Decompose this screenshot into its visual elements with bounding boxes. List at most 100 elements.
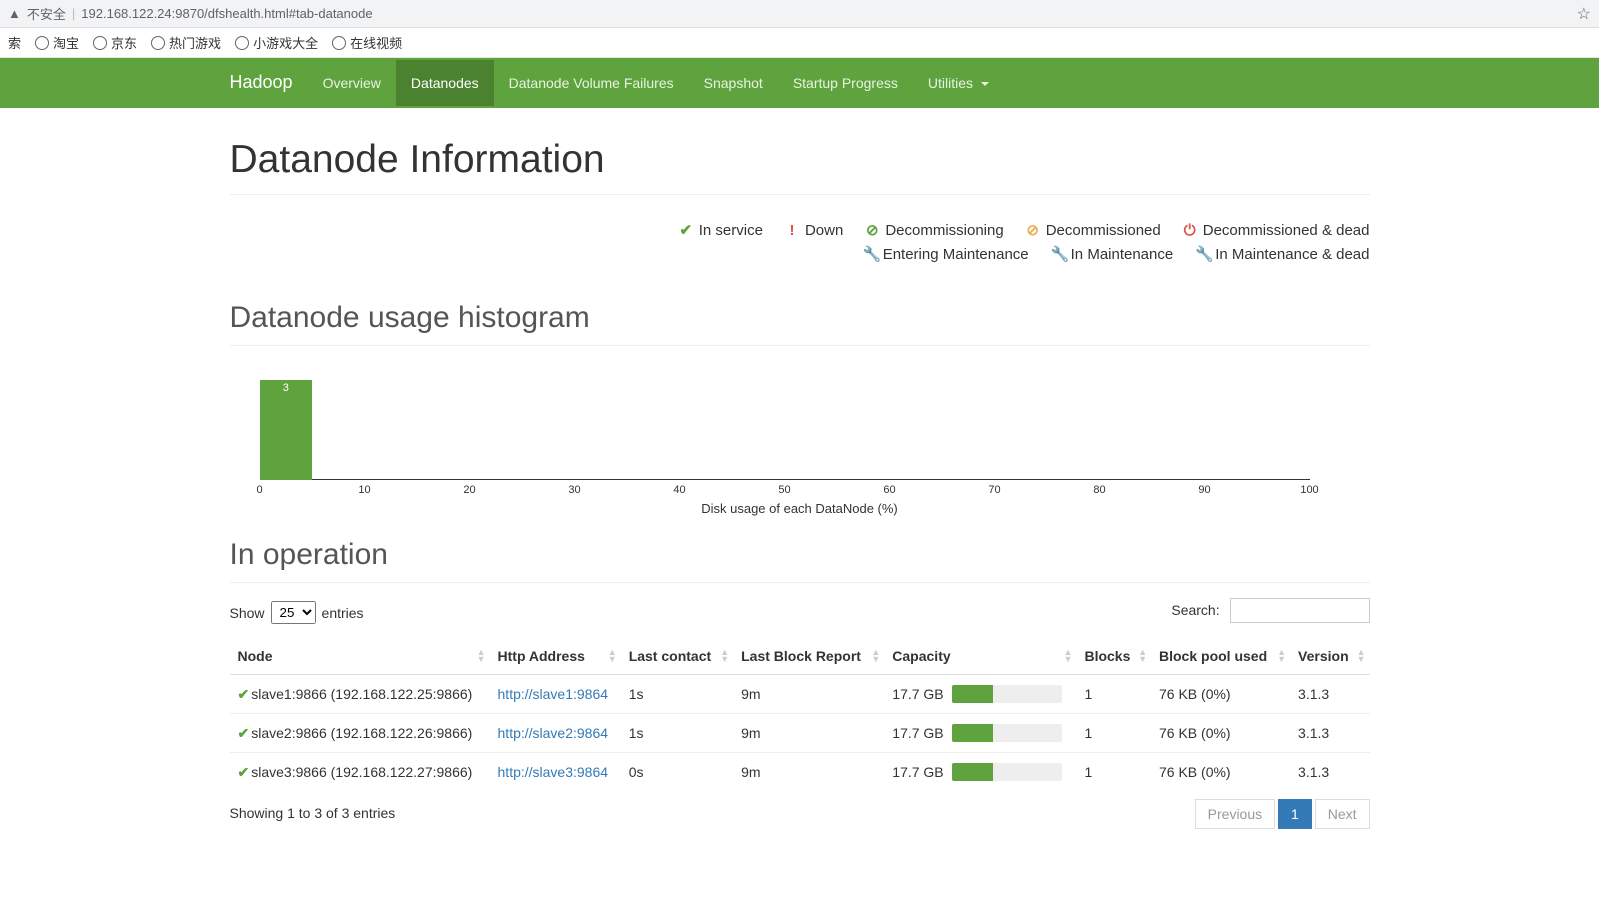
bookmark-item[interactable]: 索 (8, 33, 21, 52)
http-address-link[interactable]: http://slave1:9864 (498, 686, 609, 702)
status-legend: ✔In service!Down⊘Decommissioning⊘Decommi… (230, 215, 1370, 273)
sort-icon: ▲▼ (720, 649, 729, 663)
legend-label: Decommissioned (1046, 222, 1161, 239)
legend-label: Decommissioning (885, 222, 1003, 239)
column-header[interactable]: Block pool used ▲▼ (1151, 638, 1290, 675)
pagination-page-1[interactable]: 1 (1278, 799, 1312, 829)
chart-tick: 40 (673, 484, 685, 496)
legend-label: Decommissioned & dead (1203, 222, 1370, 239)
bookmark-label: 热门游戏 (169, 33, 221, 52)
cell-last-contact: 0s (621, 753, 733, 792)
nav-startup-progress[interactable]: Startup Progress (778, 60, 913, 106)
search-input[interactable] (1230, 598, 1370, 623)
chart-tick: 80 (1093, 484, 1105, 496)
cell-http: http://slave3:9864 (490, 753, 621, 792)
bookmark-item[interactable]: 淘宝 (35, 33, 79, 52)
sort-icon: ▲▼ (1277, 649, 1286, 663)
histogram-bar: 3 (260, 380, 313, 480)
capacity-bar-fill (952, 763, 994, 781)
column-header[interactable]: Node▲▼ (230, 638, 490, 675)
in-service-icon: ✔ (238, 686, 250, 702)
nav-datanode-volume-failures[interactable]: Datanode Volume Failures (494, 60, 689, 106)
cell-http: http://slave2:9864 (490, 714, 621, 753)
column-header[interactable]: Last Block Report▲▼ (733, 638, 884, 675)
cell-last-block: 9m (733, 714, 884, 753)
nav-snapshot[interactable]: Snapshot (689, 60, 778, 106)
url-text[interactable]: 192.168.122.24:9870/dfshealth.html#tab-d… (81, 6, 372, 21)
cell-blocks: 1 (1076, 753, 1151, 792)
cell-blocks: 1 (1076, 675, 1151, 714)
sort-icon: ▲▼ (1138, 649, 1147, 663)
capacity-bar-fill (952, 724, 994, 742)
length-suffix: entries (322, 605, 364, 621)
chart-tick: 20 (463, 484, 475, 496)
search-label: Search: (1171, 602, 1219, 618)
capacity-text: 17.7 GB (892, 764, 943, 780)
column-header[interactable]: Version▲▼ (1290, 638, 1369, 675)
table-row: ✔slave3:9866 (192.168.122.27:9866) http:/… (230, 753, 1370, 792)
column-label: Http Address (498, 648, 585, 664)
pagination-previous[interactable]: Previous (1195, 799, 1275, 829)
column-header[interactable]: Http Address ▲▼ (490, 638, 621, 675)
bookmark-item[interactable]: 在线视频 (332, 33, 402, 52)
nav-datanodes[interactable]: Datanodes (396, 60, 494, 106)
cell-pool: 76 KB (0%) (1151, 753, 1290, 792)
bookmark-item[interactable]: 京东 (93, 33, 137, 52)
in-service-icon: ✔ (238, 764, 250, 780)
chart-tick: 90 (1198, 484, 1210, 496)
navbar-menu: OverviewDatanodesDatanode Volume Failure… (308, 60, 1004, 106)
bookmark-label: 京东 (111, 33, 137, 52)
http-address-link[interactable]: http://slave3:9864 (498, 764, 609, 780)
cell-version: 3.1.3 (1290, 753, 1369, 792)
length-select[interactable]: 25 (271, 601, 316, 624)
sort-icon: ▲▼ (1064, 649, 1073, 663)
legend-item: 🔧Entering Maintenance (863, 245, 1029, 263)
capacity-text: 17.7 GB (892, 686, 943, 702)
insecure-label: 不安全 (27, 4, 66, 23)
length-prefix: Show (230, 605, 265, 621)
datanode-table: Node▲▼Http Address▲▼Last contact▲▼Last B… (230, 638, 1370, 791)
in-operation-title: In operation (230, 538, 1370, 583)
legend-item: !Down (785, 222, 843, 239)
cell-node: ✔slave3:9866 (192.168.122.27:9866) (230, 753, 490, 792)
legend-label: In service (699, 222, 763, 239)
bookmark-star-icon[interactable]: ☆ (1577, 4, 1591, 24)
nav-overview[interactable]: Overview (308, 60, 396, 106)
globe-icon (35, 36, 49, 50)
chart-tick: 50 (778, 484, 790, 496)
column-label: Capacity (892, 648, 950, 664)
legend-label: In Maintenance (1071, 246, 1174, 263)
bookmark-item[interactable]: 热门游戏 (151, 33, 221, 52)
pagination-next[interactable]: Next (1315, 799, 1370, 829)
main-navbar: Hadoop OverviewDatanodesDatanode Volume … (0, 58, 1599, 108)
navbar-brand[interactable]: Hadoop (230, 58, 308, 107)
histogram-title: Datanode usage histogram (230, 301, 1370, 346)
nav-utilities[interactable]: Utilities (913, 60, 1004, 106)
cell-last-block: 9m (733, 675, 884, 714)
column-label: Last Block Report (741, 648, 861, 664)
legend-status-icon: ✔ (679, 221, 693, 239)
bookmarks-bar: 索淘宝 京东 热门游戏小游戏大全 在线视频 (0, 28, 1599, 58)
globe-icon (93, 36, 107, 50)
cell-pool: 76 KB (0%) (1151, 714, 1290, 753)
column-header[interactable]: Blocks ▲▼ (1076, 638, 1151, 675)
legend-item: 🔧In Maintenance & dead (1195, 245, 1369, 263)
cell-version: 3.1.3 (1290, 675, 1369, 714)
chart-tick: 60 (883, 484, 895, 496)
capacity-bar-fill (952, 685, 994, 703)
chart-tick: 0 (256, 484, 262, 496)
sort-icon: ▲▼ (608, 649, 617, 663)
column-label: Block pool used (1159, 648, 1267, 664)
legend-item: ⊘Decommissioning (865, 221, 1003, 239)
column-label: Blocks (1084, 648, 1130, 664)
legend-label: Down (805, 222, 843, 239)
chart-tick: 100 (1300, 484, 1318, 496)
bookmark-item[interactable]: 小游戏大全 (235, 33, 318, 52)
chevron-down-icon (981, 82, 989, 86)
column-header[interactable]: Capacity ▲▼ (884, 638, 1076, 675)
column-header[interactable]: Last contact▲▼ (621, 638, 733, 675)
bookmark-label: 在线视频 (350, 33, 402, 52)
http-address-link[interactable]: http://slave2:9864 (498, 725, 609, 741)
table-row: ✔slave1:9866 (192.168.122.25:9866)http:/… (230, 675, 1370, 714)
cell-blocks: 1 (1076, 714, 1151, 753)
